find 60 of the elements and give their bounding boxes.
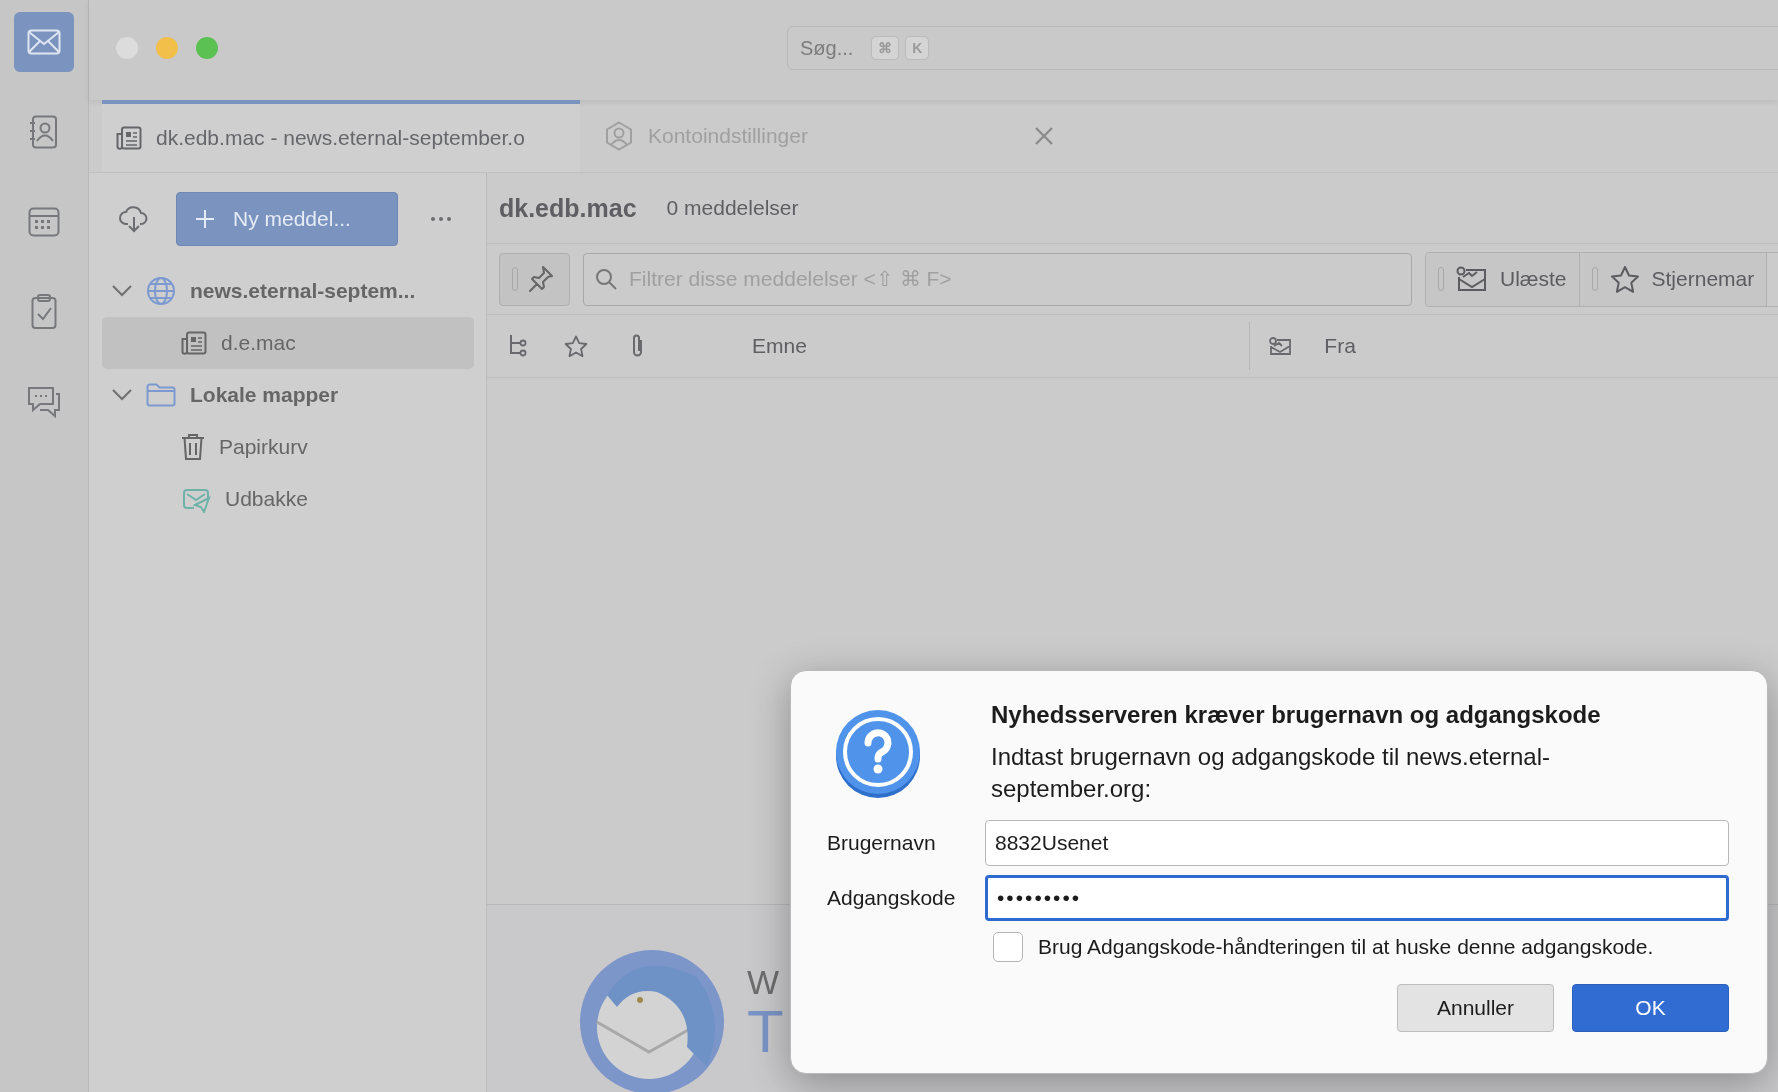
globe-icon	[146, 276, 176, 306]
pin-icon	[528, 265, 554, 293]
trash-icon	[181, 433, 205, 461]
thread-icon[interactable]	[507, 333, 527, 359]
cloud-download-icon[interactable]	[119, 205, 149, 233]
pin-button[interactable]	[499, 252, 570, 306]
search-placeholder: Søg...	[800, 36, 854, 60]
new-message-button[interactable]: Ny meddel...	[176, 192, 398, 246]
tab[interactable]: dk.edb.mac - news.eternal-september.o	[102, 100, 580, 172]
column-header[interactable]: Emne	[752, 334, 807, 358]
checkbox-label: Brug Adgangskode-håndteringen til at huske denne adgangskode.	[1038, 935, 1654, 959]
dialog-title: Nyhedsserveren kræver brugernavn og adgangskode	[991, 701, 1602, 729]
plus-icon	[195, 209, 215, 229]
contact-card-icon[interactable]	[1268, 336, 1293, 356]
folder-item[interactable]: Udbakke	[102, 473, 474, 525]
drag-handle[interactable]	[1438, 267, 1444, 291]
more-icon[interactable]	[430, 216, 452, 222]
star-icon	[1609, 265, 1640, 293]
newsgroup-icon	[181, 331, 207, 355]
folder-icon	[146, 383, 176, 407]
checkbox[interactable]	[993, 932, 1023, 962]
mail-icon	[27, 29, 61, 55]
star-icon[interactable]	[564, 335, 588, 357]
chevron-icon[interactable]	[112, 285, 132, 297]
search-field[interactable]: Søg... ⌘ K	[787, 26, 1778, 70]
column-header[interactable]: Fra	[1324, 334, 1356, 358]
quick-filter-button[interactable]: Stjernemar	[1579, 252, 1768, 306]
search-icon	[595, 268, 617, 290]
field-label: Brugernavn	[827, 831, 937, 855]
shortcut-key: K	[905, 36, 930, 60]
shortcut-key: ⌘	[871, 36, 900, 60]
close-icon[interactable]	[1034, 126, 1054, 146]
folder-item[interactable]: Lokale mapper	[102, 369, 474, 421]
drag-handle[interactable]	[1591, 267, 1598, 291]
rail-button[interactable]	[14, 12, 74, 72]
newsgroup-icon	[116, 126, 142, 150]
folder-item[interactable]: news.eternal-septem...	[102, 265, 474, 317]
welcome-heading: W	[747, 963, 781, 1002]
drag-handle[interactable]	[512, 267, 518, 291]
folder-name: dk.edb.mac	[499, 193, 637, 223]
welcome-title: T	[747, 1002, 784, 1062]
question-icon	[833, 709, 923, 799]
cancel-button[interactable]: Annuller	[1397, 984, 1554, 1032]
field-label: Adgangskode	[827, 886, 957, 910]
calendar-icon	[28, 207, 60, 237]
clipboard-check-icon	[31, 294, 57, 330]
zoom-button[interactable]	[196, 37, 218, 59]
address-book-icon	[30, 115, 58, 149]
username-field[interactable]: 8832Usenet	[985, 820, 1729, 866]
folder-item[interactable]: Papirkurv	[102, 421, 474, 473]
quick-filter-button[interactable]: Ulæste	[1426, 252, 1580, 306]
chat-bubbles-icon	[26, 385, 62, 419]
account-icon	[604, 121, 634, 151]
chevron-icon[interactable]	[112, 389, 132, 401]
dialog-message: Indtast brugernavn og adgangskode til news.eternal-september.org:	[991, 742, 1552, 804]
password-field[interactable]: •••••••••	[985, 875, 1729, 921]
folder-item[interactable]: d.e.mac	[102, 317, 474, 369]
envelope-icon	[1456, 266, 1488, 292]
message-count: 0 meddelelser	[666, 196, 799, 220]
ok-button[interactable]: OK	[1572, 984, 1729, 1032]
